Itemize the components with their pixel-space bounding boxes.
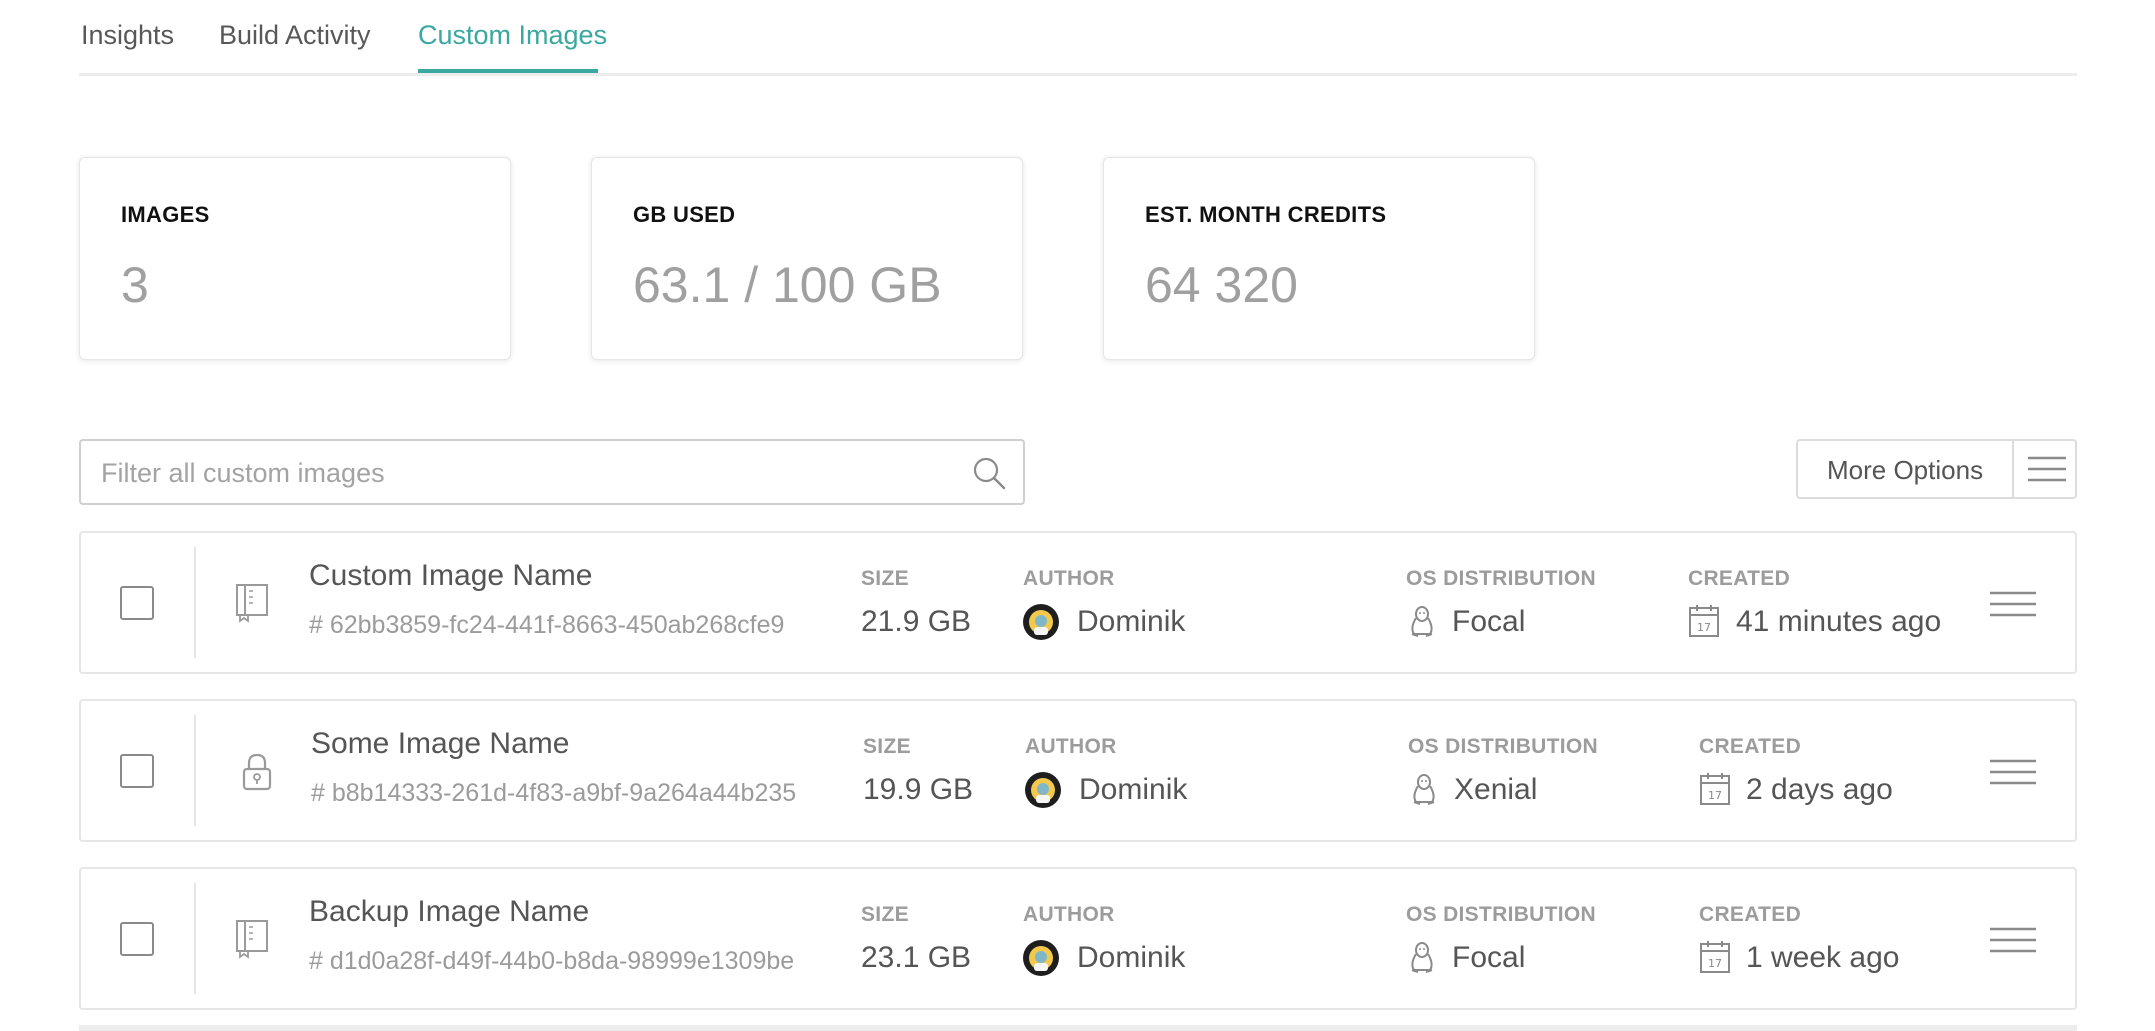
size-label: SIZE — [861, 567, 909, 590]
os-distribution-value: Focal — [1452, 605, 1526, 638]
tab-bar: Insights Build Activity Custom Images — [79, 0, 2077, 76]
more-options-divider — [2012, 441, 2014, 497]
author-name[interactable]: Dominik — [1077, 605, 1185, 639]
row-checkbox[interactable] — [120, 922, 154, 956]
calendar-icon: 17 — [1700, 773, 1730, 805]
size-value: 21.9 GB — [861, 605, 972, 638]
gb-used-stat-card: GB USED 63.1 / 100 GB — [591, 157, 1023, 360]
credits-stat-label: EST. MONTH CREDITS — [1145, 202, 1387, 227]
search-icon[interactable] — [971, 455, 1007, 491]
credits-stat-value: 64 320 — [1145, 257, 1298, 313]
created-value: 1 week ago — [1746, 941, 1900, 974]
linux-penguin-icon — [1411, 942, 1433, 973]
created-label: CREATED — [1688, 567, 1791, 590]
active-tab-indicator — [418, 69, 598, 73]
os-distribution-label: OS DISTRIBUTION — [1406, 567, 1597, 590]
row-menu-icon[interactable] — [1990, 758, 2036, 786]
created-label: CREATED — [1699, 903, 1802, 926]
author-name[interactable]: Dominik — [1077, 941, 1185, 975]
author-name[interactable]: Dominik — [1079, 773, 1187, 807]
book-icon — [236, 584, 268, 623]
image-name[interactable]: Custom Image Name — [309, 559, 592, 593]
image-name[interactable]: Backup Image Name — [309, 895, 589, 929]
more-options-control: More Options — [1796, 439, 2077, 499]
image-name[interactable]: Some Image Name — [311, 727, 569, 761]
linux-penguin-icon — [1413, 774, 1435, 805]
avatar — [1023, 940, 1059, 976]
svg-text:17: 17 — [1708, 789, 1722, 802]
author-label: AUTHOR — [1025, 735, 1117, 758]
tab-custom-images[interactable]: Custom Images — [418, 20, 607, 51]
image-id: # d1d0a28f-d49f-44b0-b8da-98999e1309be — [309, 947, 795, 975]
row-menu-icon[interactable] — [1990, 590, 2036, 618]
avatar — [1025, 772, 1061, 808]
gb-used-stat-label: GB USED — [633, 202, 736, 227]
svg-text:17: 17 — [1708, 957, 1722, 970]
images-stat-card: IMAGES 3 — [79, 157, 511, 360]
os-distribution-value: Xenial — [1454, 773, 1538, 806]
row-divider — [194, 547, 196, 658]
image-id: # b8b14333-261d-4f83-a9bf-9a264a44b235 — [311, 779, 797, 807]
calendar-icon: 17 — [1700, 941, 1730, 973]
image-row[interactable]: Custom Image Name # 62bb3859-fc24-441f-8… — [79, 531, 2077, 674]
linux-penguin-icon — [1411, 606, 1433, 637]
row-checkbox[interactable] — [120, 754, 154, 788]
tab-insights[interactable]: Insights — [81, 20, 174, 51]
os-distribution-label: OS DISTRIBUTION — [1406, 903, 1597, 926]
filter-box — [79, 439, 1025, 505]
gb-used-stat-value: 63.1 / 100 GB — [633, 257, 942, 313]
author-label: AUTHOR — [1023, 903, 1115, 926]
size-label: SIZE — [863, 735, 911, 758]
image-row[interactable]: Some Image Name # b8b14333-261d-4f83-a9b… — [79, 699, 2077, 842]
row-divider — [194, 883, 196, 994]
image-row[interactable]: Backup Image Name # d1d0a28f-d49f-44b0-b… — [79, 867, 2077, 1010]
images-stat-value: 3 — [121, 257, 149, 313]
size-value: 23.1 GB — [861, 941, 972, 974]
svg-text:17: 17 — [1697, 621, 1711, 634]
avatar — [1023, 604, 1059, 640]
book-icon — [236, 920, 268, 959]
more-options-button[interactable]: More Options — [1827, 455, 1983, 486]
created-label: CREATED — [1699, 735, 1802, 758]
size-value: 19.9 GB — [863, 773, 974, 806]
created-value: 2 days ago — [1746, 773, 1893, 806]
lock-icon — [242, 753, 272, 791]
tab-build-activity[interactable]: Build Activity — [219, 20, 371, 51]
created-value: 41 minutes ago — [1736, 605, 1942, 638]
images-stat-label: IMAGES — [121, 202, 210, 227]
more-options-menu-icon[interactable] — [2028, 455, 2066, 483]
page-bottom-divider — [79, 1025, 2077, 1031]
credits-stat-card: EST. MONTH CREDITS 64 320 — [1103, 157, 1535, 360]
calendar-icon: 17 — [1689, 605, 1719, 637]
filter-input[interactable] — [99, 451, 933, 495]
row-checkbox[interactable] — [120, 586, 154, 620]
size-label: SIZE — [861, 903, 909, 926]
os-distribution-label: OS DISTRIBUTION — [1408, 735, 1599, 758]
author-label: AUTHOR — [1023, 567, 1115, 590]
row-menu-icon[interactable] — [1990, 926, 2036, 954]
image-id: # 62bb3859-fc24-441f-8663-450ab268cfe9 — [309, 611, 785, 639]
row-divider — [194, 715, 196, 826]
os-distribution-value: Focal — [1452, 941, 1526, 974]
